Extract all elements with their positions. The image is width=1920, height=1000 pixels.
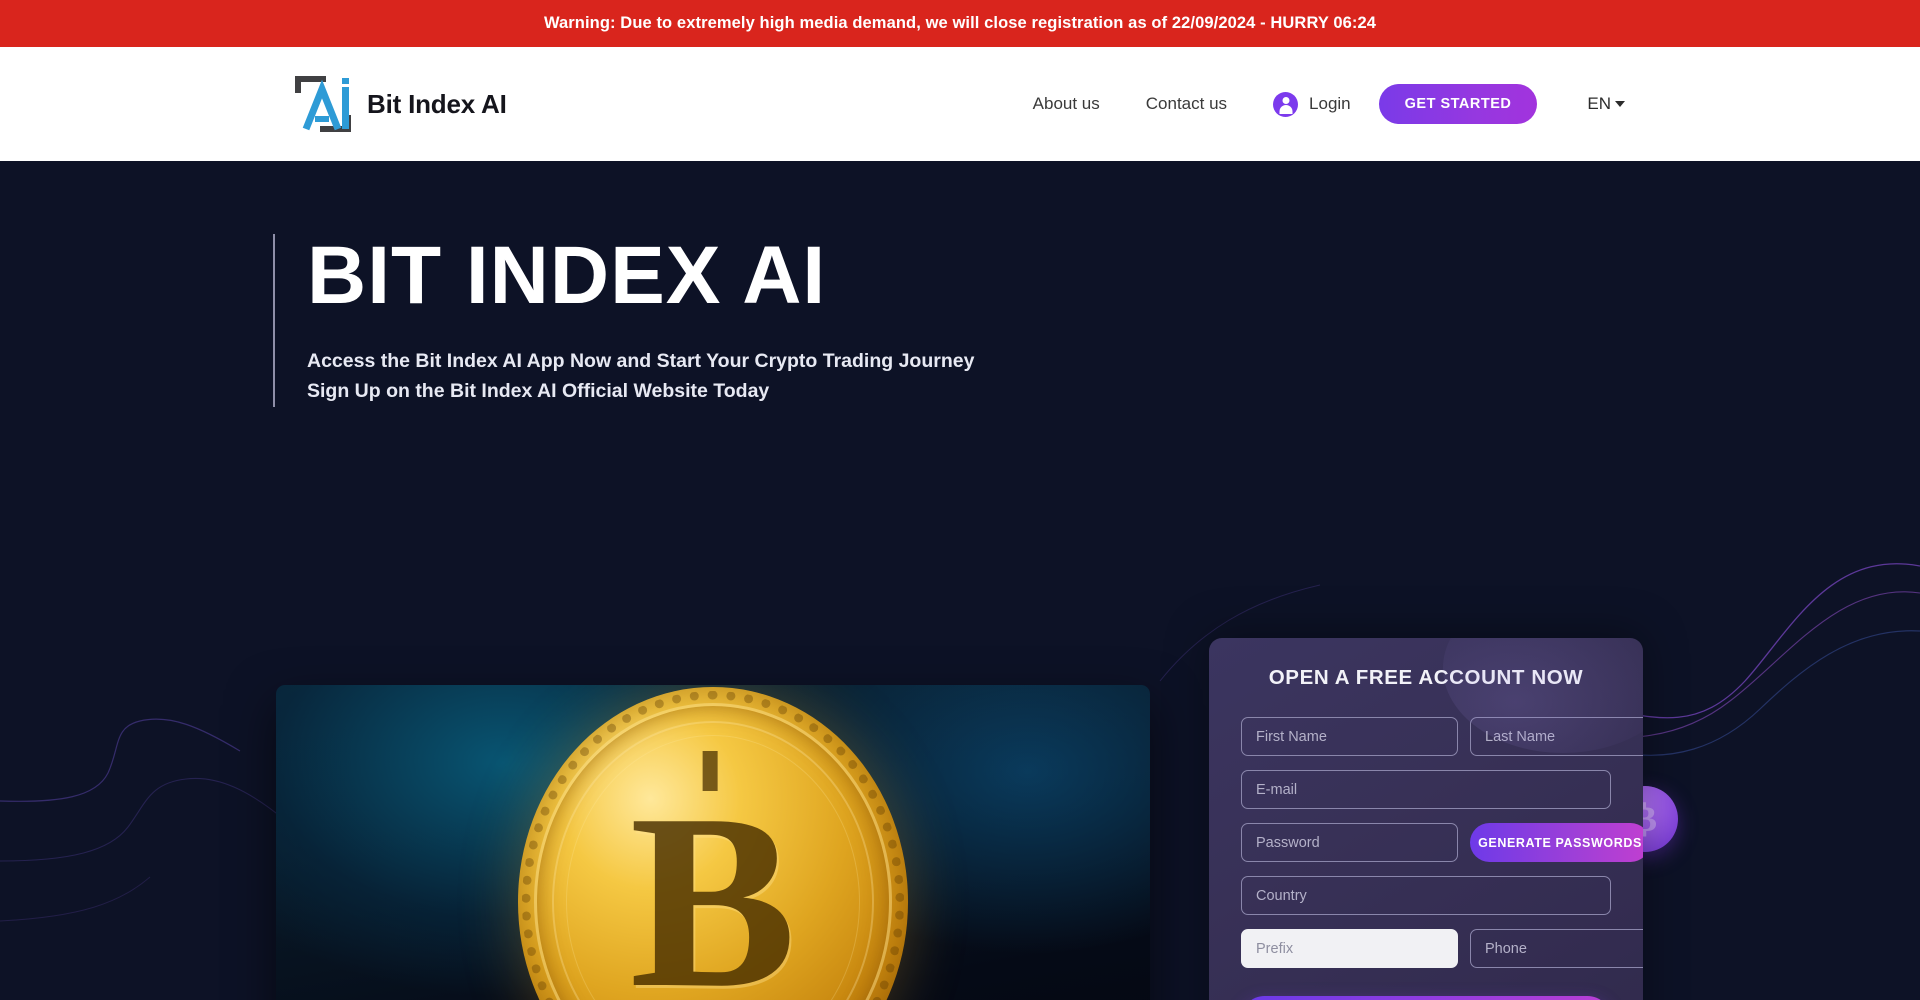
bitcoin-coin-graphic: B: [518, 686, 908, 1000]
prefix-input[interactable]: [1241, 929, 1458, 968]
language-selector[interactable]: EN: [1587, 94, 1625, 114]
brand-name: Bit Index AI: [367, 88, 507, 119]
site-header: Bit Index AI About us Contact us Login G…: [0, 47, 1920, 161]
last-name-input[interactable]: [1470, 717, 1643, 756]
landing-page: Warning: Due to extremely high media dem…: [0, 0, 1920, 1000]
warning-text: Warning: Due to extremely high media dem…: [543, 14, 1377, 32]
country-input[interactable]: [1241, 876, 1611, 915]
get-started-button[interactable]: GET STARTED: [1378, 84, 1538, 124]
language-label: EN: [1587, 94, 1611, 113]
nav-item-about-us[interactable]: About us: [1033, 88, 1100, 120]
hero-content: BIT INDEX AI Access the Bit Index AI App…: [0, 161, 1920, 408]
start-trading-button[interactable]: START TRADING: [1241, 996, 1611, 1000]
bitcoin-b-glyph: B: [630, 750, 796, 1000]
hero-subtitle-line-1: Access the Bit Index AI App Now and Star…: [307, 350, 975, 373]
phone-row: [1241, 929, 1643, 968]
login-label: Login: [1309, 94, 1351, 113]
hero-title-block: BIT INDEX AI Access the Bit Index AI App…: [273, 230, 1273, 408]
hero-subtitle: Access the Bit Index AI App Now and Star…: [307, 347, 1273, 407]
nav-item-contact-us[interactable]: Contact us: [1146, 88, 1227, 120]
main-nav: About us Contact us Login GET STARTED EN: [1033, 84, 1625, 124]
warning-banner: Warning: Due to extremely high media dem…: [0, 0, 1920, 47]
hero-subtitle-line-2: Sign Up on the Bit Index AI Official Web…: [307, 380, 770, 403]
hero-section: BIT INDEX AI Access the Bit Index AI App…: [0, 161, 1920, 1000]
password-row: GENERATE PASSWORDS: [1241, 823, 1643, 862]
password-input[interactable]: [1241, 823, 1458, 862]
first-name-input[interactable]: [1241, 717, 1458, 756]
phone-input[interactable]: [1470, 929, 1643, 968]
bitcoin-hero-image: B: [276, 685, 1150, 1000]
chevron-down-icon: [1615, 101, 1625, 107]
page-title: BIT INDEX AI: [307, 230, 827, 321]
login-button[interactable]: Login: [1273, 91, 1351, 117]
ai-logo-icon: [292, 73, 354, 135]
generate-passwords-button[interactable]: GENERATE PASSWORDS: [1470, 823, 1643, 862]
brand-logo[interactable]: Bit Index AI: [292, 73, 507, 135]
signup-title: OPEN A FREE ACCOUNT NOW: [1268, 666, 1584, 689]
signup-card: OPEN A FREE ACCOUNT NOW GENERATE PASSWOR…: [1209, 638, 1643, 1000]
country-row: [1241, 876, 1611, 915]
email-input[interactable]: [1241, 770, 1611, 809]
user-avatar-icon: [1273, 91, 1299, 117]
name-row: [1241, 717, 1643, 756]
email-row: [1241, 770, 1611, 809]
